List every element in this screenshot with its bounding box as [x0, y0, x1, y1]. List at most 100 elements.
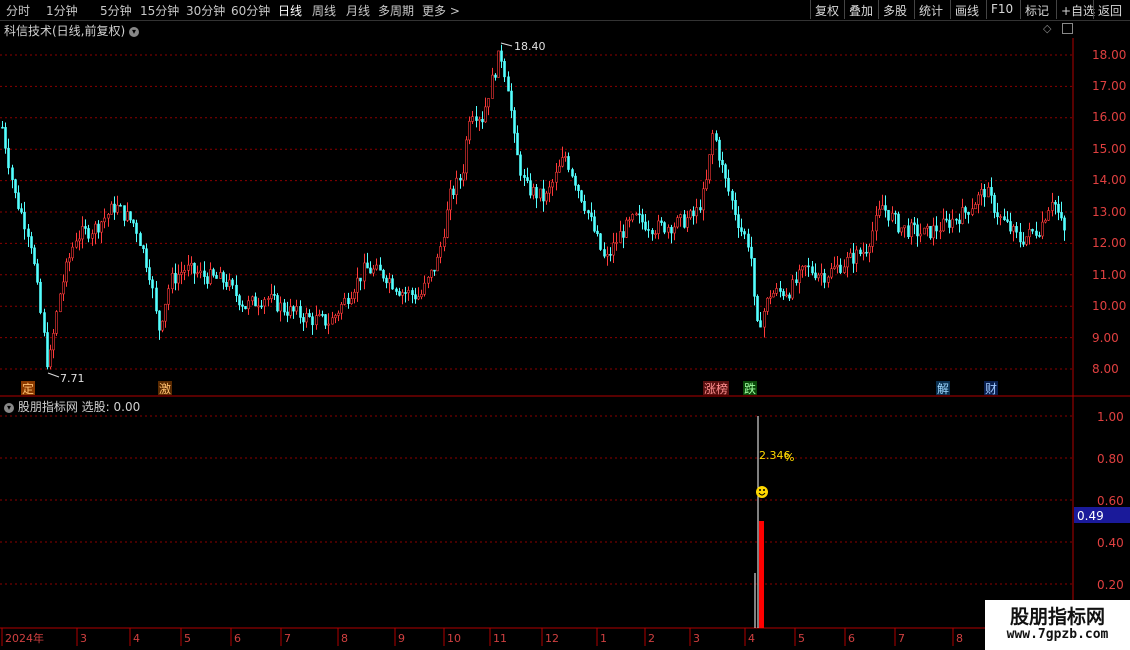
- candle-body: [1031, 229, 1034, 232]
- event-tag[interactable]: 激: [158, 381, 172, 396]
- candle-body: [593, 216, 596, 232]
- candle-body: [852, 252, 855, 264]
- candle-body: [603, 249, 606, 257]
- candle-body: [868, 246, 871, 254]
- candle-body: [75, 240, 78, 248]
- candle-body: [795, 279, 798, 283]
- candle-body: [961, 207, 964, 224]
- candle-body: [695, 207, 698, 217]
- candle-body: [167, 288, 170, 305]
- candle-body: [404, 292, 407, 294]
- candle-body: [567, 156, 570, 170]
- candle-body: [990, 187, 993, 196]
- candle-body: [171, 273, 174, 290]
- candle-body: [622, 231, 625, 238]
- candle-body: [727, 177, 730, 192]
- candle-body: [811, 266, 814, 274]
- candle-body: [628, 219, 631, 222]
- time-label: 11: [493, 632, 507, 645]
- candle-body: [1035, 230, 1038, 236]
- candle-body: [919, 233, 922, 237]
- candle-body: [151, 279, 154, 289]
- candle-body: [247, 300, 250, 310]
- candle-body: [507, 76, 510, 92]
- event-tag[interactable]: 解: [936, 381, 950, 396]
- candle-body: [779, 288, 782, 292]
- candle-body: [791, 279, 794, 299]
- price-label: 17.00: [1092, 79, 1126, 93]
- candle-body: [715, 133, 718, 141]
- candle-body: [743, 231, 746, 235]
- candle-body: [164, 303, 167, 322]
- candle-body: [446, 209, 449, 238]
- candle-body: [916, 224, 919, 237]
- candle-body: [734, 199, 737, 215]
- price-axis: 18.00 17.00 16.00 15.00 14.00 13.00 12.0…: [1092, 48, 1126, 376]
- candle-body: [142, 245, 145, 250]
- candle-body: [209, 269, 212, 284]
- candle-body: [315, 315, 318, 326]
- candle-body: [878, 208, 881, 216]
- candle-body: [740, 227, 743, 232]
- signal-bar: [759, 521, 764, 628]
- candle-body: [260, 305, 263, 308]
- candle-body: [78, 238, 81, 242]
- event-tag[interactable]: 定: [21, 381, 35, 396]
- event-tag[interactable]: 财: [984, 381, 998, 396]
- candle-body: [827, 276, 830, 283]
- candle-body: [737, 214, 740, 229]
- candle-body: [942, 218, 945, 232]
- candle-body: [903, 225, 906, 229]
- candle-body: [308, 313, 311, 318]
- candle-body: [926, 225, 929, 229]
- time-label: 1: [600, 632, 607, 645]
- event-tag[interactable]: 跌: [743, 381, 757, 396]
- time-label: 3: [693, 632, 700, 645]
- scale-label: 0.60: [1097, 494, 1124, 508]
- time-label: 6: [234, 632, 241, 645]
- candle-body: [91, 233, 94, 239]
- svg-text:解: 解: [937, 382, 949, 396]
- candle-body: [833, 266, 836, 270]
- candle-body: [894, 212, 897, 215]
- candle-body: [183, 270, 186, 273]
- candle-body: [343, 297, 346, 305]
- candle-body: [836, 264, 839, 268]
- time-label: 8: [956, 632, 963, 645]
- candle-body: [395, 288, 398, 292]
- candle-body: [692, 210, 695, 217]
- candle-body: [62, 281, 65, 295]
- candle-body: [116, 204, 119, 213]
- candle-body: [123, 205, 126, 221]
- candle-body: [814, 272, 817, 279]
- candle-body: [689, 210, 692, 219]
- chart-canvas[interactable]: 18.00 17.00 16.00 15.00 14.00 13.00 12.0…: [0, 0, 1130, 650]
- candle-body: [785, 294, 788, 297]
- candle-body: [481, 118, 484, 123]
- svg-text:7.71: 7.71: [60, 372, 85, 385]
- candle-body: [590, 212, 593, 218]
- candle-body: [350, 298, 353, 304]
- current-value-box: 0.49: [1074, 507, 1130, 523]
- candle-body: [295, 306, 298, 312]
- candle-body: [97, 223, 100, 233]
- candle-body: [401, 292, 404, 296]
- price-label: 18.00: [1092, 48, 1126, 62]
- candle-body: [679, 214, 682, 218]
- candle-body: [340, 304, 343, 314]
- price-label: 13.00: [1092, 205, 1126, 219]
- candle-body: [871, 230, 874, 247]
- candle-body: [820, 273, 823, 276]
- candle-body: [897, 213, 900, 233]
- candle-body: [753, 258, 756, 297]
- candle-body: [139, 233, 142, 246]
- indicator-axis: 1.00 0.80 0.60 0.40 0.20: [1097, 410, 1124, 592]
- candle-body: [1003, 216, 1006, 221]
- candle-body: [129, 211, 132, 221]
- svg-text:激: 激: [159, 382, 171, 396]
- candle-body: [267, 298, 270, 300]
- candle-body: [619, 231, 622, 243]
- event-tag[interactable]: 涨榜: [703, 381, 729, 396]
- candle-body: [302, 317, 305, 323]
- candle-body: [318, 314, 321, 316]
